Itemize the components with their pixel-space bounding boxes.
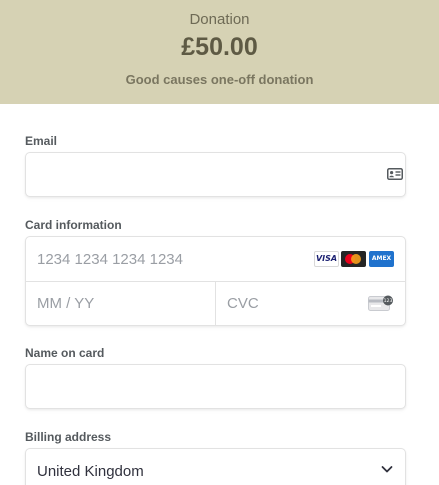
email-label: Email: [25, 134, 58, 148]
donation-header: Donation £50.00 Good causes one-off dona…: [0, 0, 439, 104]
donation-amount: £50.00: [181, 33, 258, 61]
name-on-card-label: Name on card: [25, 346, 105, 360]
contact-card-icon[interactable]: [387, 168, 403, 180]
card-info-group: 1234 1234 1234 1234 VISA AMEX MM / YY CV…: [25, 236, 406, 326]
card-info-label: Card information: [25, 218, 122, 232]
card-divider-vertical: [215, 281, 216, 325]
card-number-input[interactable]: 1234 1234 1234 1234: [37, 251, 183, 268]
chevron-down-icon[interactable]: [380, 462, 394, 476]
amex-icon: AMEX: [369, 251, 394, 267]
mastercard-icon: [341, 251, 366, 267]
svg-text:123: 123: [384, 298, 393, 304]
name-on-card-field[interactable]: [25, 364, 406, 409]
donation-title: Donation: [189, 11, 250, 28]
country-select-value: United Kingdom: [37, 463, 144, 480]
expiry-input[interactable]: MM / YY: [37, 295, 94, 312]
card-cvc-icon: 123: [368, 295, 393, 311]
billing-address-label: Billing address: [25, 430, 112, 444]
cvc-input[interactable]: CVC: [227, 295, 259, 312]
donation-subtitle: Good causes one-off donation: [125, 72, 314, 87]
email-field[interactable]: [25, 152, 406, 197]
country-select[interactable]: United Kingdom: [25, 448, 406, 485]
visa-icon: VISA: [314, 251, 339, 267]
